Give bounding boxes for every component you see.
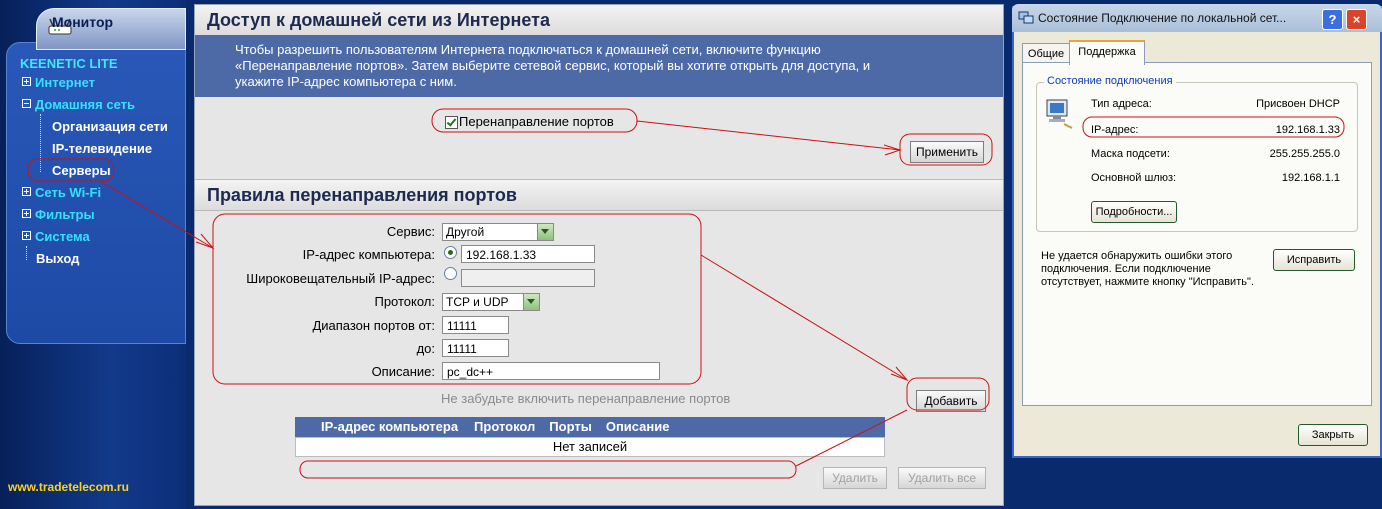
- sidebar-item-home-network[interactable]: Домашняя сеть: [22, 97, 135, 112]
- expand-icon[interactable]: [22, 187, 31, 196]
- main-panel: Доступ к домашней сети из Интернета Чтоб…: [194, 4, 1004, 506]
- delete-button[interactable]: Удалить: [823, 467, 887, 489]
- help-icon[interactable]: ?: [1322, 9, 1343, 30]
- port-from-label: Диапазон портов от:: [312, 318, 435, 333]
- site-url[interactable]: www.tradetelecom.ru: [8, 480, 129, 494]
- port-forward-checkbox[interactable]: [445, 116, 458, 129]
- delete-all-button[interactable]: Удалить все: [898, 467, 986, 489]
- port-from-input[interactable]: 11111: [442, 316, 509, 334]
- sidebar-item-filters[interactable]: Фильтры: [22, 207, 95, 222]
- port-forward-label[interactable]: Перенаправление портов: [459, 114, 614, 129]
- tab-support[interactable]: Поддержка: [1069, 40, 1145, 65]
- subnet-mask-value: 255.255.255.0: [1269, 148, 1340, 160]
- intro-line: Чтобы разрешить пользователям Интернета …: [235, 42, 821, 57]
- gateway-value: 192.168.1.1: [1281, 172, 1340, 184]
- add-button[interactable]: Добавить: [916, 390, 986, 412]
- dialog-title-bar: Состояние Подключение по локальной сет..…: [1012, 4, 1382, 32]
- repair-button[interactable]: Исправить: [1273, 249, 1355, 271]
- ip-address-key: IP-адрес:: [1091, 124, 1139, 136]
- sidebar-item-internet[interactable]: Интернет: [22, 75, 95, 90]
- collapse-icon[interactable]: [22, 99, 31, 108]
- close-button[interactable]: Закрыть: [1298, 424, 1368, 446]
- port-to-input[interactable]: 11111: [442, 339, 509, 357]
- chevron-down-icon[interactable]: [523, 294, 539, 310]
- table-empty-row: Нет записей: [295, 437, 885, 457]
- description-label: Описание:: [371, 364, 435, 379]
- ip-address-value: 192.168.1.33: [1275, 124, 1340, 136]
- hint-text: Не забудьте включить перенаправление пор…: [441, 391, 731, 406]
- intro-line: «Перенаправление портов». Затем выберите…: [235, 58, 871, 73]
- intro-text: Чтобы разрешить пользователям Интернета …: [195, 35, 1003, 97]
- table-header: IP-адрес компьютера Протокол Порты Описание: [295, 417, 885, 437]
- ip-radio[interactable]: [444, 246, 457, 259]
- broadcast-input[interactable]: [461, 269, 595, 287]
- repair-text: Не удается обнаружить ошибки этого подкл…: [1041, 250, 1254, 289]
- description-input[interactable]: pc_dc++: [442, 362, 660, 380]
- tab-general[interactable]: Общие: [1022, 43, 1070, 64]
- sidebar-item-servers[interactable]: Серверы: [52, 163, 111, 178]
- broadcast-label: Широковещательный IP-адрес:: [246, 271, 435, 286]
- sidebar: Монитор KEENETIC LITE Интернет Домашняя …: [0, 0, 186, 509]
- column-header: Порты: [549, 419, 592, 434]
- protocol-select[interactable]: TCP и UDP: [442, 293, 540, 311]
- subnet-mask-key: Маска подсети:: [1091, 148, 1170, 160]
- service-select[interactable]: Другой: [442, 223, 554, 241]
- repair-line: подключения. Если подключение: [1041, 263, 1211, 275]
- sidebar-item-iptv[interactable]: IP-телевидение: [52, 141, 152, 156]
- network-icon: [1018, 11, 1034, 24]
- sidebar-item-network-setup[interactable]: Организация сети: [52, 119, 168, 134]
- repair-line: отсутствует, нажмите кнопку "Исправить".: [1041, 276, 1254, 288]
- apply-button[interactable]: Применить: [910, 141, 984, 163]
- rules-table: IP-адрес компьютера Протокол Порты Описание…: [295, 417, 885, 457]
- address-type-key: Тип адреса:: [1091, 98, 1152, 110]
- column-header: Протокол: [474, 419, 536, 434]
- sidebar-item-logout[interactable]: Выход: [36, 251, 79, 266]
- tree-line: [26, 246, 27, 260]
- sidebar-item-wifi[interactable]: Сеть Wi-Fi: [22, 185, 101, 200]
- dialog-title: Состояние Подключение по локальной сет..…: [1038, 11, 1287, 25]
- group-label: Состояние подключения: [1044, 75, 1176, 87]
- protocol-label: Протокол:: [374, 294, 435, 309]
- broadcast-radio[interactable]: [444, 267, 457, 280]
- expand-icon[interactable]: [22, 231, 31, 240]
- service-label: Сервис:: [386, 224, 435, 239]
- section-title-access: Доступ к домашней сети из Интернета: [195, 5, 1003, 36]
- port-to-label: до:: [416, 341, 435, 356]
- tree-line: [40, 114, 41, 172]
- gateway-key: Основной шлюз:: [1091, 172, 1177, 184]
- monitor-label[interactable]: Монитор: [52, 14, 113, 30]
- column-header: Описание: [605, 419, 670, 434]
- column-header: IP-адрес компьютера: [321, 419, 459, 434]
- address-type-value: Присвоен DHCP: [1256, 98, 1340, 110]
- repair-line: Не удается обнаружить ошибки этого: [1041, 250, 1233, 262]
- expand-icon[interactable]: [22, 77, 31, 86]
- expand-icon[interactable]: [22, 209, 31, 218]
- close-icon[interactable]: ×: [1346, 9, 1367, 30]
- ip-input[interactable]: 192.168.1.33: [461, 245, 595, 263]
- sidebar-item-system[interactable]: Система: [22, 229, 90, 244]
- brand-label: KEENETIC LITE: [20, 56, 118, 71]
- computer-network-icon: [1046, 99, 1073, 129]
- ip-label: IP-адрес компьютера:: [302, 247, 435, 262]
- details-button[interactable]: Подробности...: [1091, 201, 1177, 223]
- section-title-rules: Правила перенаправления портов: [195, 179, 1003, 211]
- chevron-down-icon[interactable]: [537, 224, 553, 240]
- intro-line: укажите IP-адрес компьютера с ним.: [235, 74, 457, 89]
